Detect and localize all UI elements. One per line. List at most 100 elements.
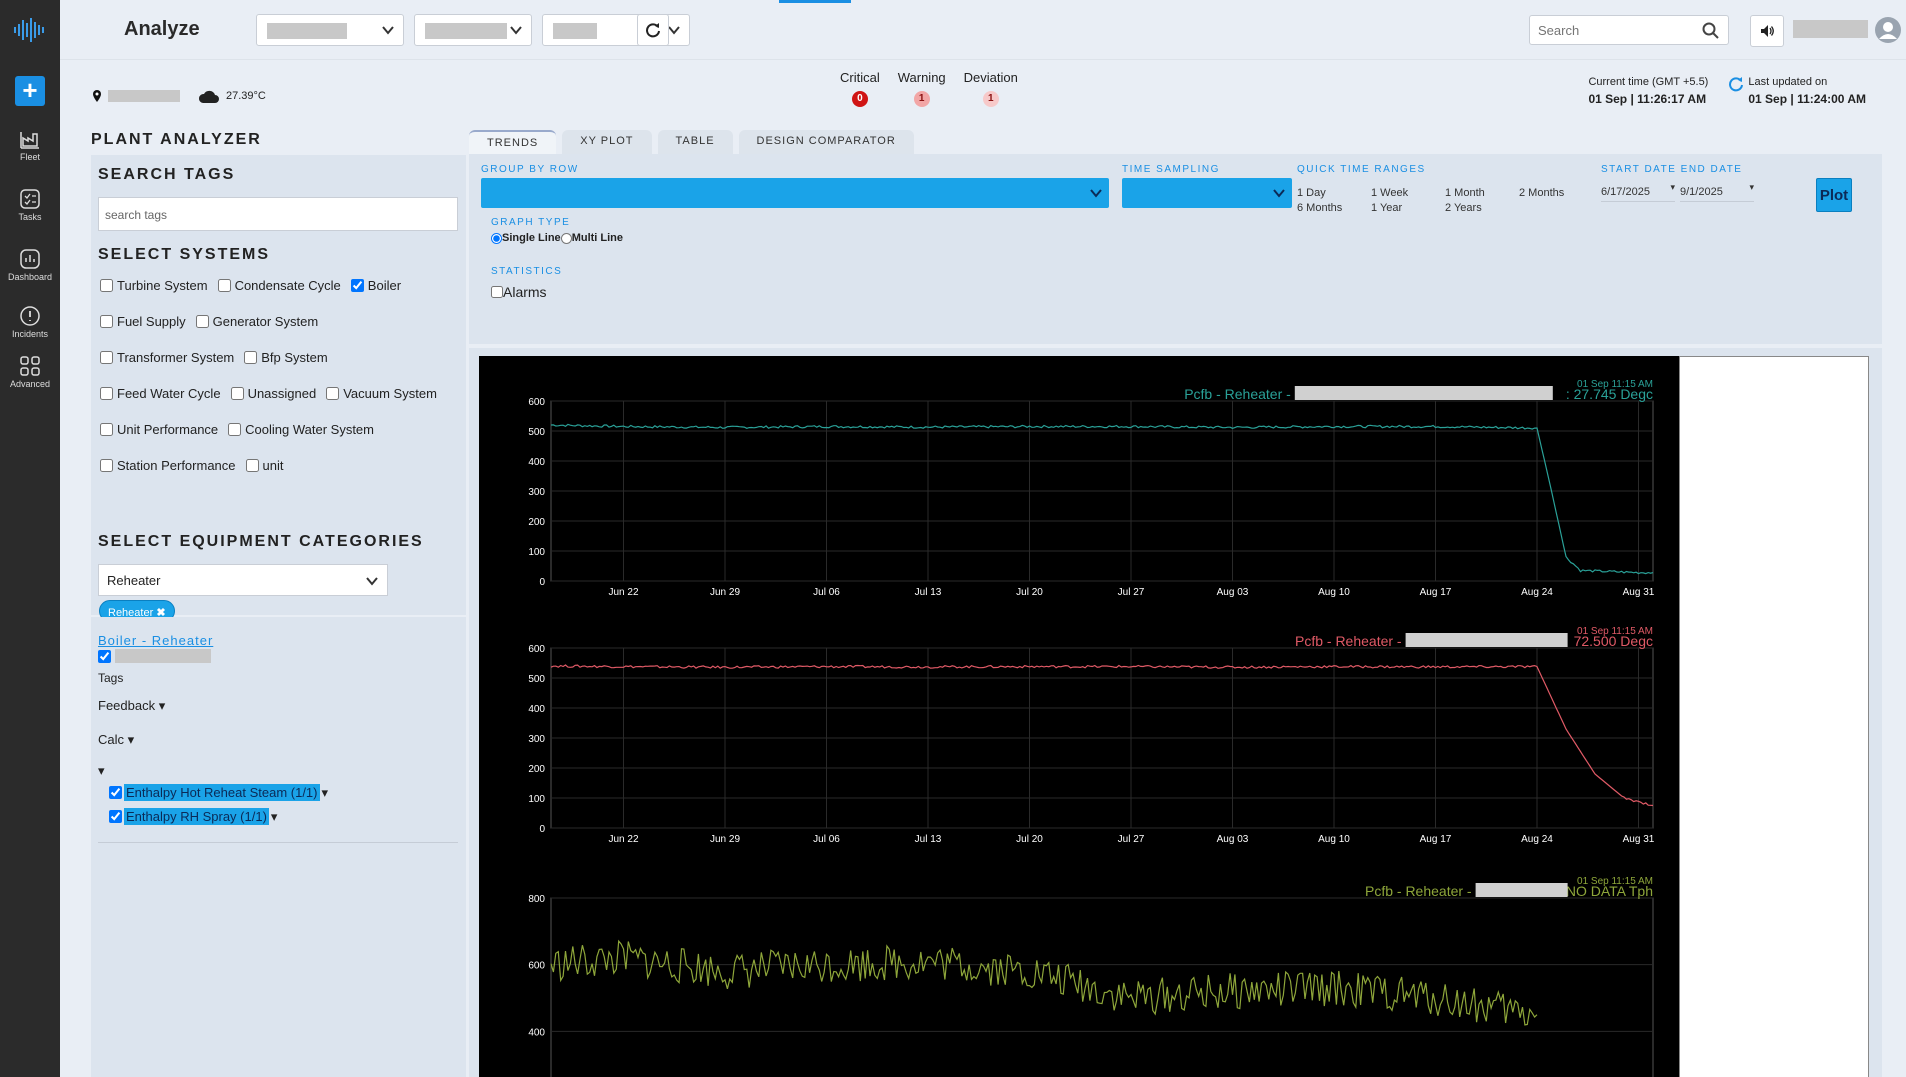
system-checkbox[interactable]: Cooling Water System [228, 422, 374, 437]
nav-item-advanced[interactable]: Advanced [0, 355, 60, 389]
system-checkbox[interactable]: Station Performance [100, 458, 236, 473]
chart-value-label: : 27.745 Degc [1566, 386, 1653, 402]
nav-item-fleet[interactable]: Fleet [0, 128, 60, 162]
feedback-toggle[interactable]: Feedback ▾ [98, 698, 165, 714]
warning-count[interactable]: Warning 1 [898, 70, 946, 107]
quick-range-1-day[interactable]: 1 Day [1297, 186, 1326, 201]
start-date-input[interactable]: 6/17/2025 ▾ [1601, 182, 1675, 202]
tag-item[interactable]: Enthalpy Hot Reheat Steam (1/1) ▾ [109, 784, 328, 801]
x-tick-label: Jun 22 [608, 587, 638, 598]
x-tick-label: Aug 24 [1521, 834, 1553, 845]
filters-block: SEARCH TAGS search tags SELECT SYSTEMS T… [91, 155, 466, 622]
deviation-count[interactable]: Deviation 1 [964, 70, 1018, 107]
y-tick-label: 100 [528, 794, 545, 805]
quick-range-2-years[interactable]: 2 Years [1445, 201, 1482, 216]
user-avatar-icon[interactable] [1874, 16, 1902, 44]
x-tick-label: Jul 06 [813, 834, 840, 845]
waveform-logo-icon [14, 18, 44, 42]
search-input[interactable] [1538, 23, 1688, 38]
plot-button[interactable]: Plot [1816, 178, 1852, 212]
tab-trends[interactable]: TRENDS [469, 130, 557, 154]
controls-panel: GROUP BY ROW TIME SAMPLING QUICK TIME RA… [469, 154, 1882, 344]
system-checkbox[interactable]: Unit Performance [100, 422, 218, 437]
critical-count[interactable]: Critical 0 [840, 70, 880, 107]
y-tick-label: 200 [528, 517, 545, 528]
quick-range-1-week[interactable]: 1 Week [1371, 186, 1408, 201]
x-tick-label: Jul 27 [1118, 587, 1145, 598]
sound-toggle-button[interactable] [1750, 15, 1784, 47]
system-checkbox[interactable]: Transformer System [100, 350, 234, 365]
tab-design-comparator[interactable]: DESIGN COMPARATOR [738, 130, 914, 154]
end-date-input[interactable]: 9/1/2025 ▾ [1680, 182, 1754, 202]
chevron-down-icon [382, 26, 394, 35]
chart-area: 0 100 200 300 400 500 600 Jun 22 Jun 29 Jul 06 Jul… [469, 348, 1882, 1077]
quick-range-1-month[interactable]: 1 Month [1445, 186, 1485, 201]
system-checkbox[interactable]: Generator System [195, 314, 318, 329]
x-tick-label: Jun 22 [608, 834, 638, 845]
divider [98, 842, 458, 843]
group-link[interactable]: Boiler - Reheater [98, 633, 213, 648]
tag-item[interactable]: Enthalpy RH Spray (1/1) ▾ [109, 808, 277, 825]
system-checkbox[interactable]: Boiler [350, 278, 401, 293]
current-time: Current time (GMT +5.5) 01 Sep | 11:26:17… [1588, 76, 1709, 106]
top-bar: Analyze [60, 0, 1906, 60]
user-name[interactable] [1793, 20, 1868, 38]
group-by-row-select[interactable] [481, 178, 1109, 208]
y-tick-label: 500 [528, 427, 545, 438]
search-box[interactable] [1529, 15, 1729, 45]
x-tick-label: Aug 17 [1420, 834, 1452, 845]
redacted-tag-name [1475, 883, 1568, 897]
calc-toggle[interactable]: Calc ▾ [98, 732, 134, 748]
plant-dropdown[interactable] [256, 14, 404, 46]
refresh-icon[interactable] [1728, 76, 1744, 92]
plant-analyzer-panel: PLANT ANALYZER SEARCH TAGS search tags S… [91, 125, 466, 1077]
quick-range-6-months[interactable]: 6 Months [1297, 201, 1342, 216]
y-tick-label: 400 [528, 1027, 545, 1038]
unit-dropdown[interactable] [414, 14, 532, 46]
plot-frame [550, 897, 1654, 1077]
info-circle-icon [20, 306, 40, 326]
system-checkbox[interactable]: unit [245, 458, 283, 473]
system-checkbox[interactable]: Feed Water Cycle [100, 386, 221, 401]
trend-charts: 0 100 200 300 400 500 600 Jun 22 Jun 29 Jul 06 Jul… [528, 379, 1655, 1077]
quick-range-2-months[interactable]: 2 Months [1519, 186, 1564, 201]
system-checkbox[interactable]: Vacuum System [326, 386, 437, 401]
search-tags-input[interactable]: search tags [98, 197, 458, 231]
single-line-radio[interactable] [491, 232, 502, 244]
group-checkbox[interactable] [98, 649, 211, 663]
active-tab-indicator [779, 0, 851, 3]
x-tick-label: Jul 13 [915, 587, 942, 598]
nav-item-incidents[interactable]: Incidents [0, 305, 60, 339]
quick-range-1-year[interactable]: 1 Year [1371, 201, 1402, 216]
y-tick-label: 200 [528, 764, 545, 775]
system-checkbox[interactable]: Bfp System [244, 350, 328, 365]
refresh-button[interactable] [637, 14, 669, 46]
chevron-down-icon [668, 26, 680, 35]
x-tick-label: Aug 10 [1318, 834, 1350, 845]
chevron-down-icon [1090, 189, 1102, 198]
quick-ranges-label: QUICK TIME RANGES [1297, 164, 1426, 175]
search-tags-title: SEARCH TAGS [98, 166, 236, 183]
time-sampling-select[interactable] [1122, 178, 1292, 208]
system-checkbox[interactable]: Turbine System [100, 278, 208, 293]
tab-table[interactable]: TABLE [657, 130, 733, 154]
panel-title: PLANT ANALYZER [91, 131, 262, 148]
chart-title: Pcfb - Reheater - [1184, 386, 1291, 402]
system-checkbox[interactable]: Condensate Cycle [217, 278, 341, 293]
alarms-checkbox[interactable]: Alarms [491, 284, 547, 300]
temperature: 27.39°C [226, 90, 266, 102]
system-checkbox[interactable]: Fuel Supply [100, 314, 186, 329]
add-button[interactable]: + [15, 76, 45, 106]
nav-item-dashboard[interactable]: Dashboard [0, 248, 60, 282]
caret-down-icon: ▾ [158, 698, 166, 713]
tab-xy-plot[interactable]: XY PLOT [562, 130, 652, 154]
system-checkbox[interactable]: Unassigned [230, 386, 316, 401]
statistics-label: STATISTICS [491, 266, 563, 277]
x-tick-label: Aug 17 [1420, 587, 1452, 598]
tags-label: Tags [98, 671, 124, 685]
nav-item-tasks[interactable]: Tasks [0, 188, 60, 222]
multi-line-radio[interactable] [560, 232, 572, 244]
caret-down-icon[interactable]: ▾ [98, 763, 105, 779]
equipment-select[interactable]: Reheater [98, 564, 388, 596]
app-logo[interactable] [0, 0, 60, 60]
